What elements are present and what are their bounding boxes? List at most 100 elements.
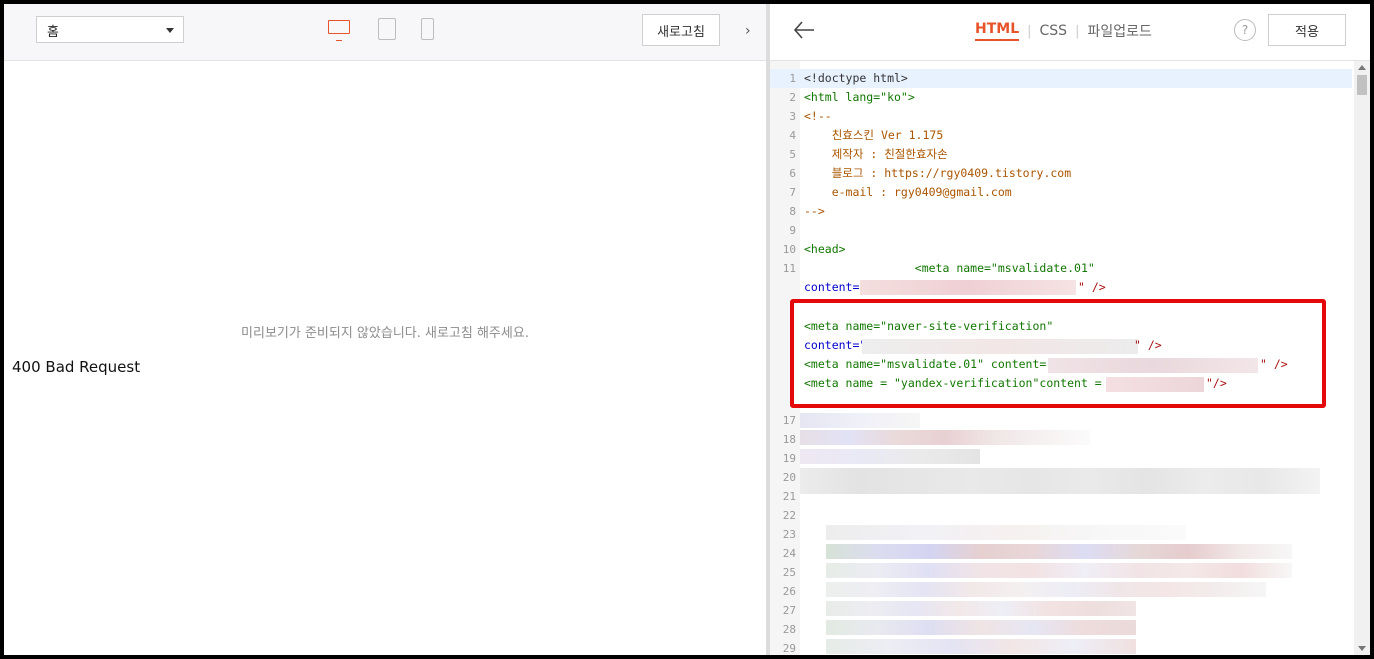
code-fragment: " />: [1134, 338, 1162, 352]
code-line: 20: [770, 468, 1352, 494]
code-line: <meta name="naver-site-verification": [800, 317, 1320, 336]
caret-down-icon: [166, 28, 174, 33]
code-fragment: " />: [1078, 280, 1106, 294]
code-editor[interactable]: 1 <!doctype html> 2 <html lang="ko"> 3 <…: [770, 61, 1370, 655]
code-text: <meta name="naver-site-verification": [804, 319, 1054, 333]
redacted-code: [826, 639, 1136, 654]
mobile-view-icon[interactable]: [421, 18, 434, 40]
code-line: 8 -->: [770, 202, 1352, 221]
code-fragment: <meta name = "yandex-verification"conten…: [804, 376, 1116, 390]
code-line: 3 <!--: [770, 107, 1352, 126]
code-line: 11 <meta name="msvalidate.01": [770, 259, 1352, 278]
code-line: 1 <!doctype html>: [770, 69, 1352, 88]
line-number: 22: [782, 509, 796, 522]
tablet-view-icon[interactable]: [378, 18, 396, 40]
code-line: 29: [770, 639, 1352, 655]
code-text: <head>: [804, 242, 846, 256]
line-number: 11: [782, 262, 796, 275]
code-line: <meta name="msvalidate.01" content=" " /…: [800, 355, 1320, 374]
line-number: 21: [782, 490, 796, 503]
code-line: 2 <html lang="ko">: [770, 88, 1352, 107]
code-text: e-mail : rgy0409@gmail.com: [804, 185, 1012, 199]
refresh-button[interactable]: 새로고침: [642, 14, 720, 46]
code-line: 18: [770, 430, 1352, 449]
code-line: content=" " />: [800, 336, 1320, 355]
line-number: 6: [789, 167, 796, 180]
code-line: 6 블로그 : https://rgy0409.tistory.com: [770, 164, 1352, 183]
code-fragment: " />: [1260, 357, 1288, 371]
code-text: <html lang="ko">: [804, 90, 915, 104]
preview-pane: 홈 새로고침 › 미리보기가 준비되지 않았습니다. 새로고침 해주세요. 40…: [4, 4, 766, 655]
help-icon[interactable]: ?: [1234, 19, 1256, 41]
line-number: 26: [782, 585, 796, 598]
redacted-code: [800, 449, 980, 464]
line-number: 17: [782, 414, 796, 427]
line-number: 18: [782, 433, 796, 446]
editor-toolbar: HTML | CSS | 파일업로드 ? 적용: [770, 4, 1370, 61]
code-line: 22: [770, 506, 1352, 525]
line-number: 2: [789, 91, 796, 104]
tab-html[interactable]: HTML: [975, 21, 1020, 41]
redacted-code: [826, 601, 1136, 616]
code-fragment: content=": [804, 338, 867, 352]
code-line: 23: [770, 525, 1352, 544]
redacted-code: [826, 563, 1292, 578]
code-line: 24: [770, 544, 1352, 563]
redacted-code: [800, 430, 1090, 445]
highlight-box: <meta name="naver-site-verification" con…: [790, 299, 1326, 408]
line-number: 23: [782, 528, 796, 541]
error-text: 400 Bad Request: [12, 358, 141, 376]
line-number: 27: [782, 604, 796, 617]
line-number: 28: [782, 623, 796, 636]
redacted-code: [800, 413, 920, 428]
code-text: <!doctype html>: [804, 71, 908, 85]
editor-pane: HTML | CSS | 파일업로드 ? 적용 1 <!doctype html…: [770, 4, 1370, 655]
preview-message: 미리보기가 준비되지 않았습니다. 새로고침 해주세요.: [241, 326, 529, 341]
app-frame: 홈 새로고침 › 미리보기가 준비되지 않았습니다. 새로고침 해주세요. 40…: [4, 4, 1370, 655]
code-text: 친효스킨 Ver 1.175: [804, 128, 944, 142]
code-fragment: <meta name="msvalidate.01" content=": [804, 357, 1054, 371]
scroll-up-icon[interactable]: [1358, 65, 1366, 70]
redacted-code: [826, 620, 1136, 635]
code-line: 19: [770, 449, 1352, 468]
editor-tabs: HTML | CSS | 파일업로드: [975, 21, 1152, 41]
line-number: 9: [789, 224, 796, 237]
line-number: 3: [789, 110, 796, 123]
vertical-scrollbar[interactable]: [1354, 61, 1370, 655]
code-text: content=": [804, 278, 866, 297]
code-line: 10 <head>: [770, 240, 1352, 259]
scroll-thumb[interactable]: [1357, 75, 1367, 95]
code-text: 블로그 : https://rgy0409.tistory.com: [804, 166, 1072, 180]
tab-file-upload[interactable]: 파일업로드: [1087, 21, 1151, 41]
scroll-down-icon[interactable]: [1358, 646, 1366, 651]
page-select-value: 홈: [47, 25, 59, 40]
apply-button[interactable]: 적용: [1268, 14, 1346, 46]
line-number: 4: [789, 129, 796, 142]
page-select[interactable]: 홈: [36, 16, 184, 43]
desktop-view-icon[interactable]: [328, 20, 350, 41]
line-number: 8: [789, 205, 796, 218]
line-number: 5: [789, 148, 796, 161]
chevron-right-icon[interactable]: ›: [745, 23, 751, 39]
line-number: 19: [782, 452, 796, 465]
code-text: -->: [804, 204, 825, 218]
line-number: 24: [782, 547, 796, 560]
code-text: 제작자 : 친절한효자손: [804, 147, 948, 161]
code-line: 17: [770, 411, 1352, 430]
code-fragment: content=": [804, 280, 867, 294]
redacted-value: [860, 280, 1076, 295]
redacted-code: [826, 525, 1186, 540]
code-line: 28: [770, 620, 1352, 639]
tab-css[interactable]: CSS: [1040, 23, 1068, 39]
code-line: 25: [770, 563, 1352, 582]
tab-separator: |: [1075, 23, 1080, 39]
line-number: 7: [789, 186, 796, 199]
code-line: 4 친효스킨 Ver 1.175: [770, 126, 1352, 145]
code-line: 26: [770, 582, 1352, 601]
redacted-code: [826, 544, 1292, 559]
code-line: 7 e-mail : rgy0409@gmail.com: [770, 183, 1352, 202]
line-number: 20: [782, 471, 796, 484]
redacted-value: [862, 339, 1138, 354]
arrow-left-icon[interactable]: [792, 19, 816, 41]
redacted-code: [826, 582, 1266, 597]
